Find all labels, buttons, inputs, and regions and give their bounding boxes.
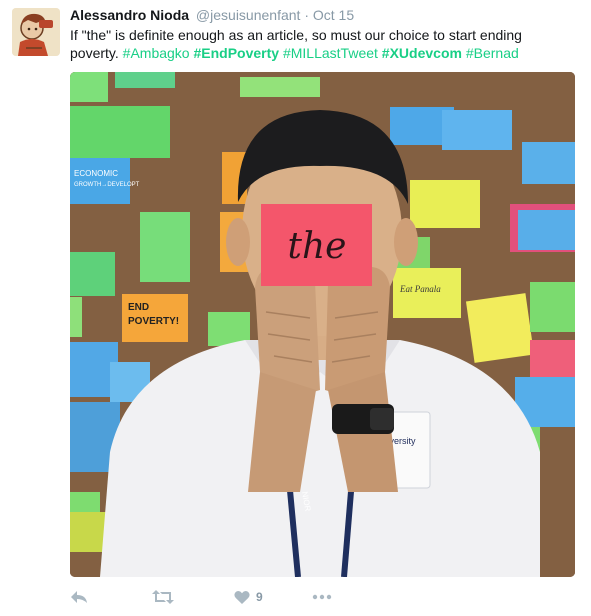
retweet-icon <box>152 590 174 604</box>
author-avatar[interactable] <box>12 8 60 56</box>
note-growth: GROWTH→DEVELOPT <box>74 182 140 188</box>
hashtag-xudevcom[interactable]: #XUdevcom <box>382 45 462 61</box>
hashtag-ambagko[interactable]: #Ambagko <box>123 45 190 61</box>
tweet-text: If "the" is definite enough as an articl… <box>70 26 570 62</box>
more-icon <box>312 594 332 600</box>
tweet-timestamp[interactable]: Oct 15 <box>313 7 354 23</box>
avatar-illustration <box>12 8 60 56</box>
heart-icon <box>234 590 250 604</box>
tweet[interactable]: Alessandro Nioda @jesuisunenfant · Oct 1… <box>0 0 591 616</box>
reply-icon <box>71 591 87 603</box>
hashtag-millasttweet[interactable]: #MILLastTweet <box>283 45 378 61</box>
hashtag-endpoverty[interactable]: #EndPoverty <box>193 45 279 61</box>
author-handle[interactable]: @jesuisunenfant <box>196 7 301 23</box>
author-name[interactable]: Alessandro Nioda <box>70 7 189 23</box>
hashtag-bernad[interactable]: #Bernad <box>466 45 519 61</box>
photo-illustration: ECONOMIC GROWTH→DEVELOPT Eat Panala END … <box>70 72 575 577</box>
note-end: END <box>128 302 149 313</box>
note-poverty: POVERTY! <box>128 316 179 327</box>
like-button[interactable]: 9 <box>234 586 263 608</box>
reply-button[interactable] <box>70 586 88 608</box>
retweet-button[interactable] <box>152 586 174 608</box>
tweet-actions: 9 <box>70 586 370 608</box>
note-economic: ECONOMIC <box>74 169 118 178</box>
separator: · <box>304 7 309 23</box>
like-count: 9 <box>256 590 263 604</box>
more-button[interactable] <box>312 586 332 608</box>
card-word: the <box>288 226 347 267</box>
tweet-header: Alessandro Nioda @jesuisunenfant · Oct 1… <box>70 6 354 24</box>
tweet-photo[interactable]: ECONOMIC GROWTH→DEVELOPT Eat Panala END … <box>70 72 575 577</box>
note-eat-panala: Eat Panala <box>399 284 441 294</box>
